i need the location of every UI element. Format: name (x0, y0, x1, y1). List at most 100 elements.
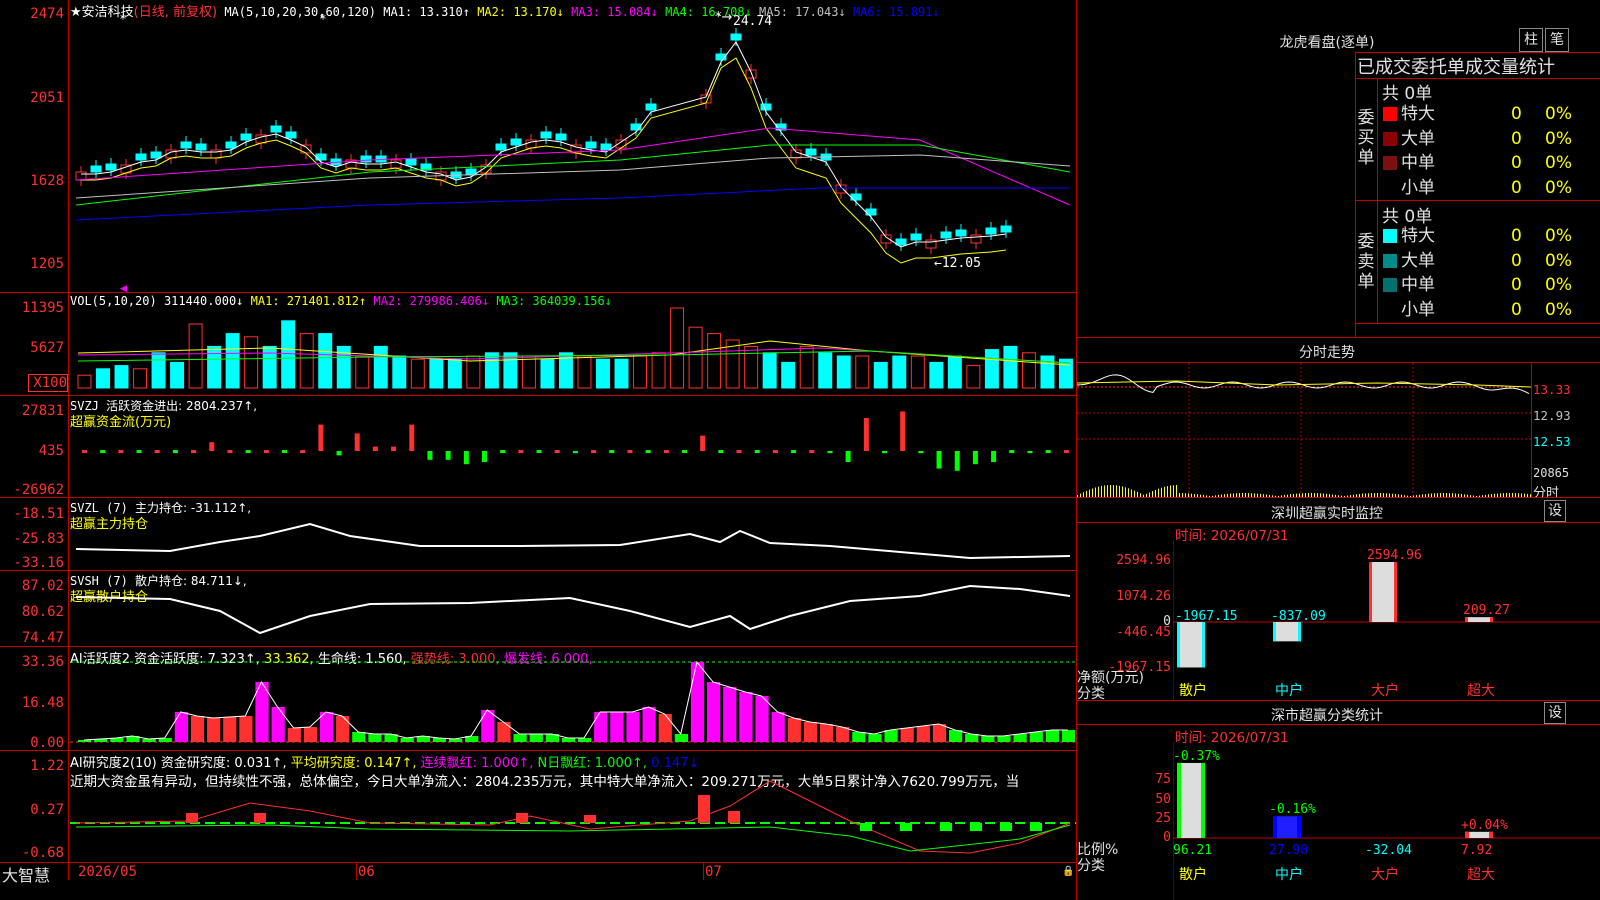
vol-tick: 11395 (21, 300, 64, 316)
main-chart-area[interactable]: ★安洁科技(日线, 前复权) MA(5,10,20,30,60,120) MA1… (0, 0, 1077, 900)
volume-bar (966, 365, 981, 389)
ai-research-chart[interactable] (70, 751, 1076, 862)
candle (105, 163, 117, 171)
bar-mode-button[interactable]: 柱 (1519, 28, 1543, 52)
svzl-chart[interactable] (70, 498, 1076, 570)
flow-bar (500, 450, 506, 453)
volume-bar (910, 355, 925, 389)
volume-chart[interactable] (70, 293, 1076, 395)
net-amount-label: 209.27 (1463, 603, 1510, 618)
flow-bar (427, 451, 433, 460)
net-amount-bar-edge (1273, 622, 1276, 642)
order-size-label: 特大 (1401, 104, 1435, 124)
ma4-line (75, 144, 1071, 206)
activity-bar (755, 696, 769, 742)
flow-bar (1063, 450, 1069, 453)
candlestick-chart[interactable] (70, 0, 1076, 292)
research-line-2 (75, 824, 1071, 852)
ratio-change-label: -0.37% (1173, 749, 1220, 764)
ai-activity-chart[interactable] (70, 647, 1076, 750)
candle (405, 158, 417, 166)
intraday-vol-bar (1164, 486, 1165, 497)
research-bar (970, 823, 982, 831)
svsh-tick: 80.62 (21, 604, 64, 620)
volume-bar (410, 358, 425, 389)
sz-monitor-chart[interactable]: -1967.15 散户 -837.09 中户 2594.96 大户 209.27 超大 (1173, 540, 1600, 700)
ratio-bar-edge (1273, 816, 1277, 838)
candle (805, 148, 817, 156)
research-bar (698, 795, 710, 823)
color-swatch (1383, 156, 1397, 170)
ratio-bar (1177, 762, 1205, 838)
intraday-vol-bar (1173, 485, 1174, 497)
candle (135, 153, 147, 161)
candle (540, 131, 552, 139)
volume-bar (318, 333, 333, 389)
intraday-vol-bar (1161, 487, 1162, 497)
sz-class-ytick: 75 (1155, 772, 1171, 787)
research-bar (186, 813, 198, 823)
order-stats-tabs[interactable]: 已成交委托单成交量统计 (1357, 53, 1600, 79)
candle (240, 133, 252, 141)
activity-bar (803, 722, 818, 742)
intraday-tick: 13.33 (1533, 382, 1571, 397)
color-swatch (1383, 253, 1397, 268)
volume-bar (299, 333, 314, 389)
activity-bar (900, 728, 914, 742)
candle (285, 131, 297, 139)
candle (555, 133, 567, 141)
candle (970, 234, 982, 244)
pen-mode-button[interactable]: 笔 (1545, 28, 1569, 52)
flow-bar (663, 450, 669, 453)
intraday-vol-bar (1095, 487, 1096, 497)
flow-bar (972, 451, 978, 465)
volume-bar (429, 358, 444, 389)
sz-class-settings-button[interactable]: 设 (1544, 702, 1566, 724)
research-bar (254, 813, 266, 823)
flow-bar (354, 433, 360, 451)
activity-bar (1029, 732, 1043, 742)
flow-bar (1009, 450, 1015, 453)
svsh-chart[interactable] (70, 571, 1076, 646)
activity-bar (707, 682, 721, 742)
candle (940, 231, 952, 239)
x-label: 06 (358, 864, 375, 880)
activity-bar (448, 739, 463, 742)
candle (75, 171, 87, 181)
ma2-line (81, 57, 1007, 264)
ratio-bar-edge (1201, 762, 1205, 838)
candle (985, 227, 997, 235)
x-label: 07 (705, 864, 722, 880)
intraday-chart[interactable] (1077, 363, 1531, 497)
volume-bar (540, 358, 555, 389)
sz-monitor-settings-button[interactable]: 设 (1544, 500, 1566, 522)
sell-order-row: 特大 0 0% (1377, 224, 1572, 248)
candle (1000, 225, 1012, 233)
volume-bar (1040, 355, 1055, 389)
price-tick: 2474 (30, 6, 64, 22)
candle (585, 141, 597, 149)
ratio-change-label: +0.04% (1461, 818, 1508, 833)
volume-bar (855, 355, 870, 389)
x-label: 2026/05 (78, 864, 138, 880)
candle (150, 151, 162, 159)
sz-class-ytick: 50 (1155, 792, 1171, 807)
svzj-chart[interactable] (70, 396, 1076, 497)
flow-bar (300, 450, 306, 453)
lock-icon[interactable]: 🔒 (1062, 866, 1074, 877)
flow-bar (627, 450, 633, 453)
activity-bar (836, 727, 850, 742)
ma5-line (75, 154, 1071, 199)
intraday-vol-bar (1098, 486, 1099, 497)
vol-unit-tick: X100 (28, 374, 68, 392)
sz-class-chart[interactable]: -0.37% 96.21 散户 -0.16% 27.90 中户 -32.04 大户 +0.04%… (1173, 742, 1600, 900)
intraday-vol-tick: 20865 (1533, 466, 1570, 480)
order-size-label: 大单 (1401, 128, 1435, 149)
sell-order-row: 大单 0 0% (1377, 249, 1572, 273)
sz-monitor-ytick: 1074.26 (1116, 589, 1171, 604)
order-count: 0 (1511, 275, 1522, 295)
flow-bar (136, 450, 142, 453)
color-swatch (1383, 131, 1397, 146)
net-amount-bar (1177, 622, 1205, 668)
activity-bar (626, 712, 640, 742)
